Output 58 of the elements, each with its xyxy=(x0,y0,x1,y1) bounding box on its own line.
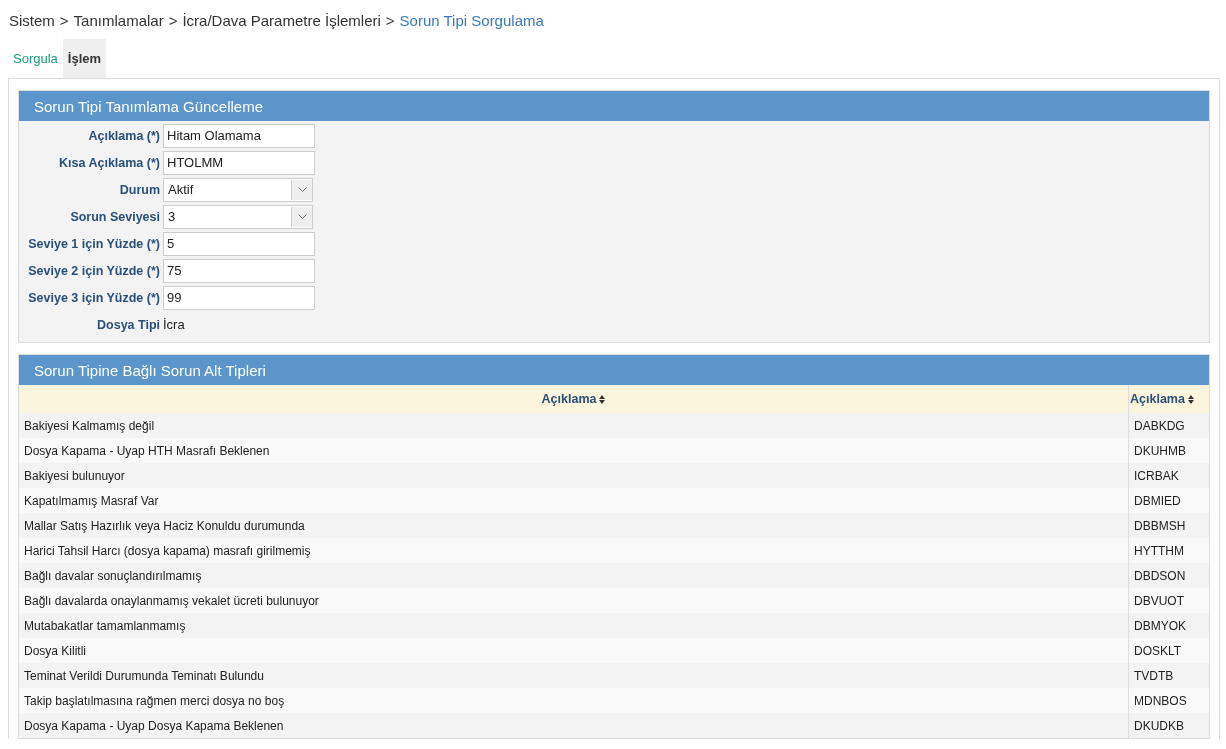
field-label: Seviye 1 için Yüzde (*) xyxy=(27,236,160,251)
field-label: Seviye 3 için Yüzde (*) xyxy=(27,290,160,305)
table-cell: Dosya Kilitli xyxy=(24,643,86,658)
table-cell: Bakiyesi bulunuyor xyxy=(24,468,125,483)
breadcrumb-link[interactable]: Tanımlamalar xyxy=(73,11,164,29)
table-cell: Bakiyesi Kalmamış değil xyxy=(24,418,155,433)
text-field[interactable]: 5 xyxy=(163,231,315,256)
field-label: Dosya Tipi xyxy=(96,317,160,332)
table-cell: DKUDKB xyxy=(1134,718,1184,733)
breadcrumb-separator: > xyxy=(385,11,395,29)
table-cell: Takip başlatılmasına rağmen merci dosya no boş xyxy=(24,693,285,708)
field-value: İcra xyxy=(163,317,186,332)
table-cell: DBMYOK xyxy=(1134,618,1186,633)
table-cell: DBMIED xyxy=(1134,493,1181,508)
breadcrumb-separator: > xyxy=(168,11,178,29)
text-field[interactable]: 75 xyxy=(163,258,315,283)
dropdown[interactable]: Aktif xyxy=(163,177,313,202)
text-field[interactable]: HTOLMM xyxy=(163,150,315,175)
column-header[interactable]: Açıklama xyxy=(541,392,606,406)
caret-icon xyxy=(297,214,307,219)
table-cell: Mallar Satış Hazırlık veya Haciz Konuldu durumunda xyxy=(24,518,305,533)
table-cell: Dosya Kapama - Uyap HTH Masrafı Beklenen xyxy=(24,443,270,458)
table-cell: Dosya Kapama - Uyap Dosya Kapama Beklenen xyxy=(24,718,284,733)
table-cell: DOSKLT xyxy=(1134,643,1182,658)
section-title: Sorun Tipine Bağlı Sorun Alt Tipleri xyxy=(19,355,1209,385)
text-field[interactable]: Hitam Olamama xyxy=(163,123,315,148)
sort-icon xyxy=(1187,394,1194,404)
breadcrumb-link[interactable]: Sistem xyxy=(9,11,55,29)
tab[interactable]: İşlem xyxy=(62,39,107,78)
table-cell: Harici Tahsil Harcı (dosya kapama) masrafı girilmemiş xyxy=(24,543,311,558)
table-cell: MDNBOS xyxy=(1134,693,1187,708)
table-cell: DBVUOT xyxy=(1134,593,1184,608)
caret-icon xyxy=(297,187,307,192)
sort-icon xyxy=(599,394,606,404)
field-label: Açıklama (*) xyxy=(87,128,160,143)
field-label: Kısa Açıklama (*) xyxy=(58,155,160,170)
breadcrumb-current: Sorun Tipi Sorgulama xyxy=(399,11,544,29)
field-label: Seviye 2 için Yüzde (*) xyxy=(27,263,160,278)
field-label: Durum xyxy=(118,182,160,197)
table-cell: ICRBAK xyxy=(1134,468,1179,483)
breadcrumb-separator: > xyxy=(59,11,69,29)
dropdown[interactable]: 3 xyxy=(163,204,313,229)
table-cell: DBBMSH xyxy=(1134,518,1186,533)
table-cell: DBDSON xyxy=(1134,568,1186,583)
table-cell: HYTTHM xyxy=(1134,543,1184,558)
table-cell: DKUHMB xyxy=(1134,443,1186,458)
table-cell: Bağlı davalarda onaylanmamış vekalet ücreti bulunuyor xyxy=(24,593,319,608)
table-cell: Kapatılmamış Masraf Var xyxy=(24,493,159,508)
table-cell: DABKDG xyxy=(1134,418,1185,433)
tab[interactable]: Sorgula xyxy=(8,39,63,78)
text-field[interactable]: 99 xyxy=(163,285,315,310)
table-cell: Mutabakatlar tamamlanmamış xyxy=(24,618,186,633)
field-label: Sorun Seviyesi xyxy=(69,209,160,224)
table-cell: TVDTB xyxy=(1134,668,1174,683)
breadcrumb-link[interactable]: İcra/Dava Parametre İşlemleri xyxy=(182,11,381,29)
section-title: Sorun Tipi Tanımlama Güncelleme xyxy=(19,91,1209,121)
table-cell: Teminat Verildi Durumunda Teminatı Bulundu xyxy=(24,668,264,683)
table-cell: Bağlı davalar sonuçlandırılmamış xyxy=(24,568,202,583)
